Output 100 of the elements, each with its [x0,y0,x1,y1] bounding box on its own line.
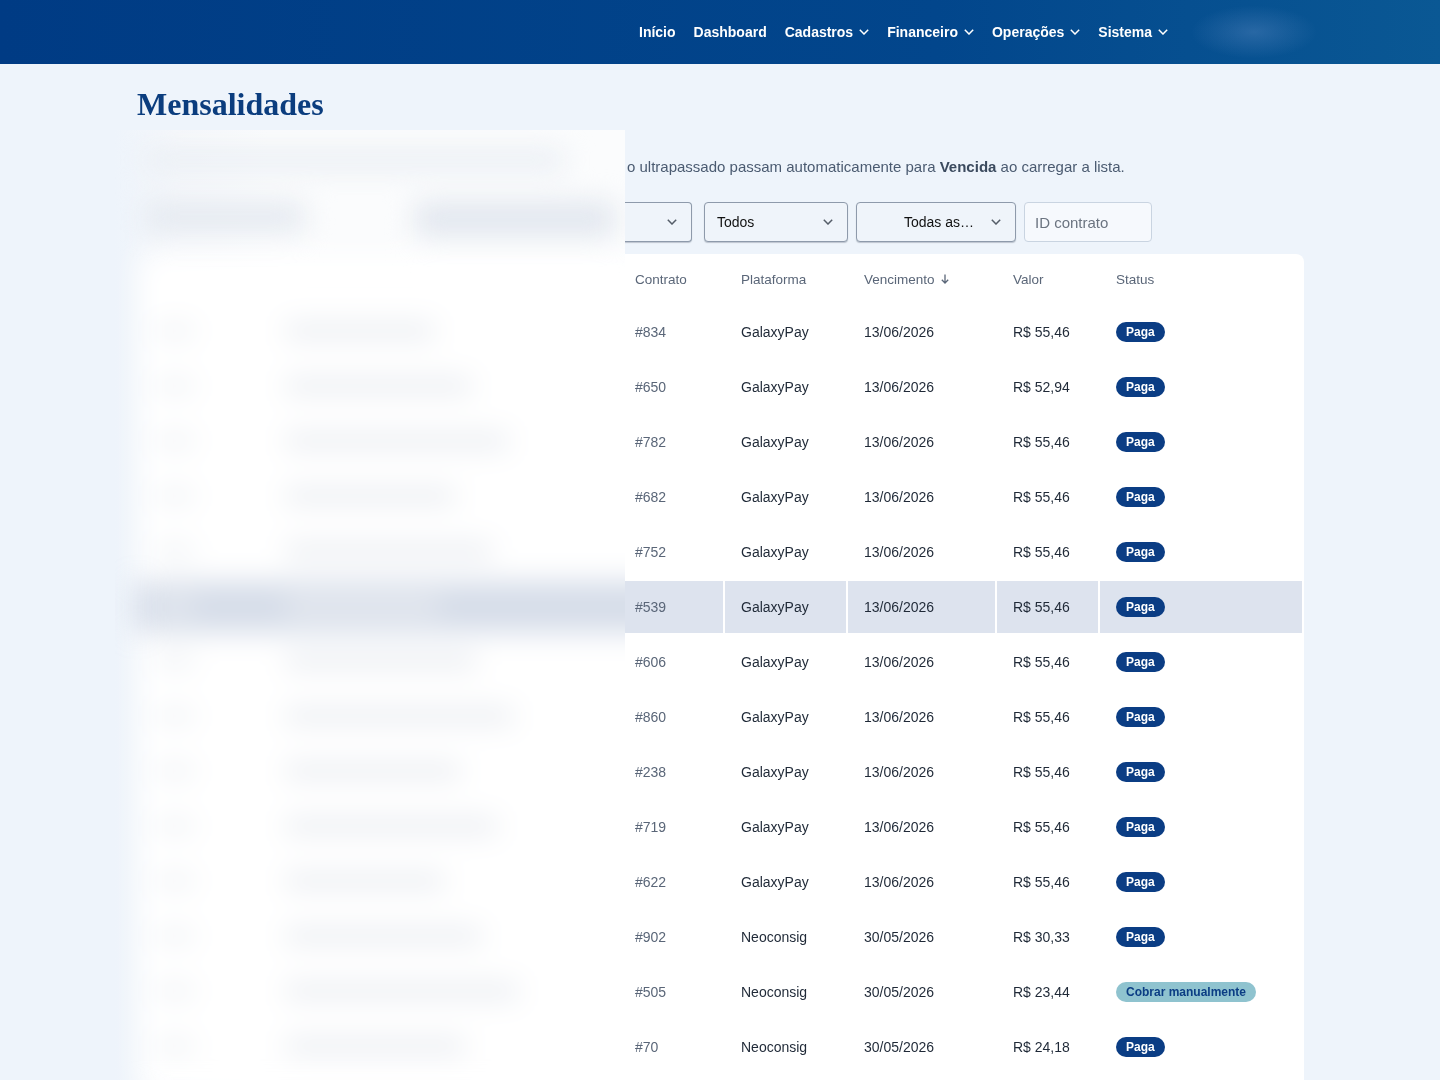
table-cell: Neoconsig [741,929,808,945]
column-header[interactable]: Contrato [635,271,687,287]
nav-link[interactable]: Início [630,18,685,46]
table-cell: 30/05/2026 [864,1039,935,1055]
table-cell: GalaxyPay [741,599,809,615]
table-row[interactable]: #650 GalaxyPay 13/06/2026 R$ 52,94 Paga [625,359,1302,414]
contract-id-field[interactable]: ID contrato [1024,202,1152,242]
table-row[interactable]: #782 GalaxyPay 13/06/2026 R$ 55,46 Paga [625,414,1302,469]
table-cell: #650 [635,379,667,395]
table-cell: #622 [635,874,667,890]
chevron-down-icon [963,29,974,35]
table-cell: #782 [635,434,667,450]
table-cell: #505 [635,984,667,1000]
status-badge: Paga [1116,487,1165,507]
table-cell: 13/06/2026 [864,544,935,560]
table-cell: GalaxyPay [741,544,809,560]
status-badge: Paga [1116,872,1165,892]
dropdown[interactable]: Todas as… [856,202,1016,242]
table-cell: 13/06/2026 [864,599,935,615]
table-cell: GalaxyPay [741,489,809,505]
table-cell: 30/05/2026 [864,984,935,1000]
table-cell: GalaxyPay [741,874,809,890]
table-row[interactable]: #719 GalaxyPay 13/06/2026 R$ 55,46 Paga [625,799,1302,854]
column-header[interactable]: Valor [1013,271,1044,287]
table-cell: GalaxyPay [741,819,809,835]
chevron-down-icon [823,219,833,225]
column-header[interactable]: Plataforma [741,271,807,287]
table-cell: Neoconsig [741,984,808,1000]
arrow-down-icon [940,274,949,284]
status-badge: Cobrar manualmente [1116,982,1257,1002]
table-cell: R$ 55,46 [1013,324,1070,340]
table-cell: R$ 55,46 [1013,709,1070,725]
table-cell: GalaxyPay [741,324,809,340]
table-cell: R$ 55,46 [1013,819,1070,835]
table-cell: R$ 55,46 [1013,544,1070,560]
table-row[interactable]: #70 Neoconsig 30/05/2026 R$ 24,18 Paga [625,1019,1302,1074]
status-badge: Paga [1116,652,1165,672]
table-row[interactable]: #860 GalaxyPay 13/06/2026 R$ 55,46 Paga [625,689,1302,744]
status-badge: Paga [1116,322,1165,342]
table-cell: 13/06/2026 [864,379,935,395]
description-text: o ultrapassado passam automaticamente para Vencida ao carregar a lista. [627,158,1125,175]
table-cell: #70 [635,1039,659,1055]
table-cell: #238 [635,764,667,780]
status-badge: Paga [1116,707,1165,727]
table-cell: 13/06/2026 [864,709,935,725]
table-cell: GalaxyPay [741,434,809,450]
table-cell: R$ 52,94 [1013,379,1070,395]
table-cell: GalaxyPay [741,709,809,725]
table-cell: 13/06/2026 [864,434,935,450]
table-row[interactable]: #834 GalaxyPay 13/06/2026 R$ 55,46 Paga [625,304,1302,359]
table-cell: 13/06/2026 [864,874,935,890]
table-cell: R$ 55,46 [1013,654,1070,670]
page-title: Mensalidades [137,85,324,124]
chevron-down-icon [1070,29,1081,35]
table-row[interactable]: #622 GalaxyPay 13/06/2026 R$ 55,46 Paga [625,854,1302,909]
table-cell: 13/06/2026 [864,819,935,835]
table-cell: 30/05/2026 [864,929,935,945]
table-cell: 13/06/2026 [864,764,935,780]
table-cell: #902 [635,929,667,945]
table-cell: R$ 55,46 [1013,764,1070,780]
nav-link[interactable]: Financeiro [878,18,983,46]
table-row[interactable]: #682 GalaxyPay 13/06/2026 R$ 55,46 Paga [625,469,1302,524]
table-cell: R$ 55,46 [1013,434,1070,450]
table-cell: R$ 55,46 [1013,599,1070,615]
table-cell: 13/06/2026 [864,489,935,505]
table-cell: #752 [635,544,667,560]
dropdown[interactable]: Todos [704,202,848,242]
chevron-down-icon [1158,29,1169,35]
nav-link[interactable]: Cadastros [775,18,879,46]
table-cell: R$ 30,33 [1013,929,1070,945]
status-badge: Paga [1116,542,1165,562]
table-cell: R$ 55,46 [1013,489,1070,505]
dropdown[interactable] [625,202,692,242]
status-badge: Paga [1116,817,1165,837]
table-row[interactable]: #238 GalaxyPay 13/06/2026 R$ 55,46 Paga [625,744,1302,799]
table-cell: R$ 23,44 [1013,984,1070,1000]
table-row[interactable]: #539 GalaxyPay 13/06/2026 R$ 55,46 Paga [625,579,1302,634]
nav-link[interactable]: Dashboard [684,18,776,46]
status-badge: Paga [1116,762,1165,782]
status-badge: Paga [1116,927,1165,947]
column-header[interactable]: Status [1116,271,1155,287]
table-cell: #860 [635,709,667,725]
status-badge: Paga [1116,1037,1165,1057]
table-cell: Neoconsig [741,1039,808,1055]
table-cell: #682 [635,489,667,505]
table-cell: #834 [635,324,667,340]
table-row[interactable]: #606 GalaxyPay 13/06/2026 R$ 55,46 Paga [625,634,1302,689]
table-cell: GalaxyPay [741,379,809,395]
nav-link[interactable]: Sistema [1089,18,1178,46]
table-cell: R$ 24,18 [1013,1039,1070,1055]
table-row[interactable]: #752 GalaxyPay 13/06/2026 R$ 55,46 Paga [625,524,1302,579]
table-cell: #539 [635,599,667,615]
table-row[interactable]: #902 Neoconsig 30/05/2026 R$ 30,33 Paga [625,909,1302,964]
table-row[interactable]: #505 Neoconsig 30/05/2026 R$ 23,44 Cobrar manualmente [625,964,1302,1019]
nav-link[interactable]: Operações [982,18,1090,46]
table-cell: #719 [635,819,667,835]
table-cell: #606 [635,654,667,670]
table-cell: R$ 55,46 [1013,874,1070,890]
table-cell: GalaxyPay [741,654,809,670]
column-header[interactable]: Vencimento [864,271,949,287]
